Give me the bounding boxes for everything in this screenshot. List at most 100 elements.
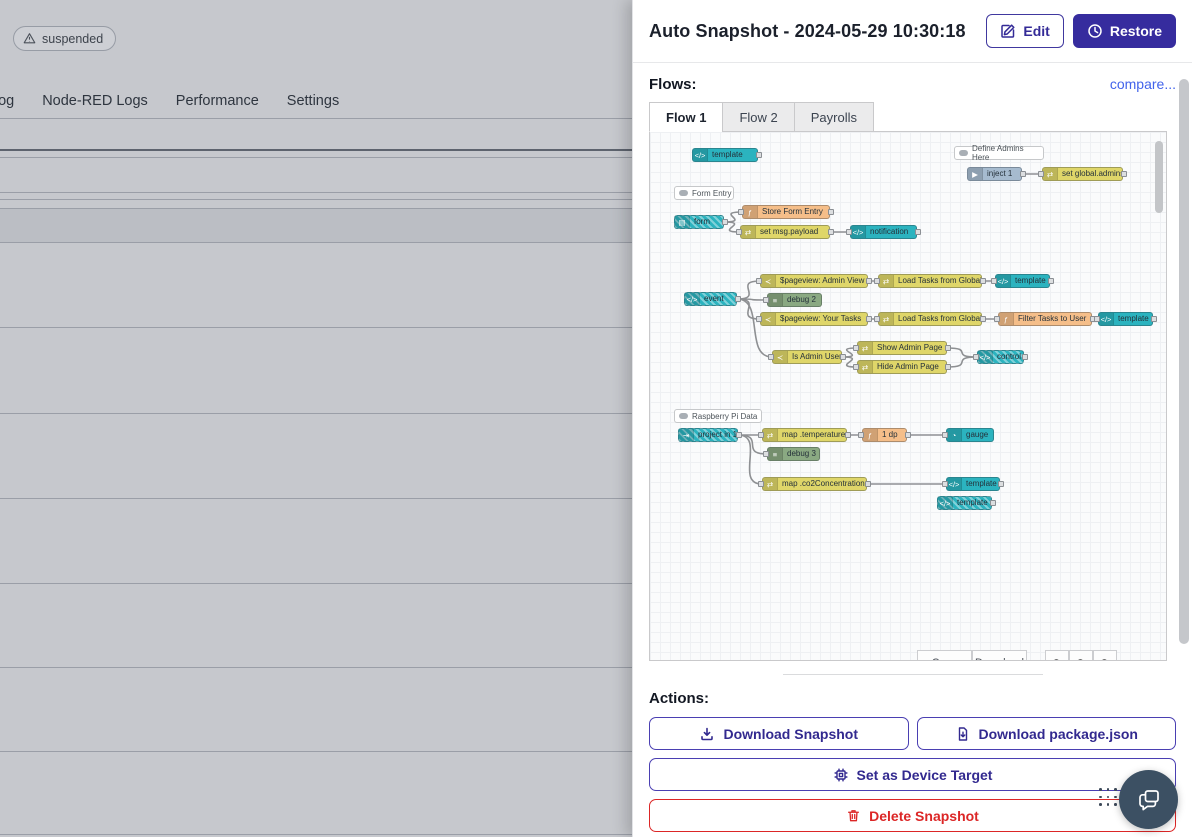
viewer-export-buttons: Copy Download (917, 650, 1027, 661)
flow-node: ƒ1 dp (862, 428, 907, 442)
flow-node: ⇄Show Admin Page (857, 341, 947, 355)
code-icon: </> (685, 293, 700, 305)
flow-node: ⇄map .co2Concentration (762, 477, 867, 491)
table-row-line (0, 834, 632, 835)
flow-node: </>event (684, 292, 737, 306)
flow-node: </>control (977, 350, 1024, 364)
flow-node: ≡debug 3 (767, 447, 820, 461)
snapshot-title: Auto Snapshot - 2024-05-29 10:30:18 (649, 21, 986, 42)
node-port (763, 297, 769, 303)
trash-icon (846, 808, 861, 823)
node-port (756, 278, 762, 284)
chat-launcher-button[interactable] (1119, 770, 1178, 829)
delete-snapshot-label: Delete Snapshot (869, 808, 979, 824)
zoom-out-icon (1052, 656, 1062, 661)
change-icon: ⇄ (858, 342, 873, 354)
drawer-divider (783, 674, 1043, 675)
zoom-in-button[interactable] (1093, 650, 1117, 661)
comment-label: Raspberry Pi Data (692, 412, 757, 421)
node-label: template (953, 497, 992, 509)
node-port (1022, 354, 1028, 360)
tab-node-red-logs[interactable]: Node-RED Logs (42, 93, 148, 109)
node-port (998, 481, 1004, 487)
zoom-reset-button[interactable] (1069, 650, 1093, 661)
flow-node: ⇄Load Tasks from Global (878, 274, 982, 288)
chip-icon (833, 767, 849, 783)
flow-node: ≺$pageview: Admin View (760, 274, 868, 288)
node-label: Hide Admin Page (873, 361, 946, 373)
node-port (735, 296, 741, 302)
form-icon: ▤ (675, 216, 690, 228)
comment-icon (679, 413, 688, 419)
compare-link[interactable]: compare... (1110, 76, 1176, 92)
node-label: debug 3 (783, 448, 820, 460)
table-row-line (0, 413, 632, 414)
flow-node: ⇥project in 1 (678, 428, 738, 442)
viewer-zoom-buttons (1045, 650, 1117, 661)
node-label: gauge (962, 429, 993, 441)
drawer-scrollbar-thumb[interactable] (1179, 79, 1189, 644)
flow-tab-payrolls[interactable]: Payrolls (794, 102, 874, 132)
flow-node: ⇄Load Tasks from Global (878, 312, 982, 326)
node-label: project in 1 (694, 429, 738, 441)
flow-node: ƒStore Form Entry (742, 205, 830, 219)
table-row-line (0, 498, 632, 499)
node-port (874, 278, 880, 284)
flow-tab-flow-1[interactable]: Flow 1 (649, 102, 722, 132)
node-label: notification (866, 226, 916, 238)
edit-label: Edit (1023, 23, 1049, 39)
drag-handle-dots[interactable] (1099, 788, 1117, 806)
background-page: suspended Log Node-RED Logs Performance … (0, 0, 632, 837)
flow-node: ⇄Hide Admin Page (857, 360, 947, 374)
edit-button[interactable]: Edit (986, 14, 1063, 48)
tab-log[interactable]: Log (0, 93, 14, 109)
flow-node: ⇄set msg.payload (740, 225, 830, 239)
table-row-line (0, 192, 632, 193)
node-port (994, 316, 1000, 322)
node-port (763, 451, 769, 457)
tab-performance[interactable]: Performance (176, 93, 259, 109)
set-device-target-label: Set as Device Target (857, 767, 993, 783)
node-port (758, 481, 764, 487)
node-port (722, 219, 728, 225)
node-port (991, 278, 997, 284)
download-snapshot-button[interactable]: Download Snapshot (649, 717, 909, 750)
zoom-reset-icon (1076, 656, 1086, 661)
node-label: set msg.payload (756, 226, 829, 238)
node-port (1038, 171, 1044, 177)
table-row-line (0, 118, 632, 119)
node-port (845, 432, 851, 438)
tab-settings[interactable]: Settings (287, 93, 339, 109)
download-package-button[interactable]: Download package.json (917, 717, 1177, 750)
switch-icon: ≺ (761, 275, 776, 287)
flow-node: </>template (692, 148, 758, 162)
restore-button[interactable]: Restore (1073, 14, 1176, 48)
node-port (840, 354, 846, 360)
node-label: Is Admin User (788, 351, 842, 363)
zoom-out-button[interactable] (1045, 650, 1069, 661)
code-icon: </> (693, 149, 708, 161)
change-icon: ⇄ (1043, 168, 1058, 180)
node-port (1094, 316, 1100, 322)
set-device-target-button[interactable]: Set as Device Target (649, 758, 1176, 791)
node-port (866, 278, 872, 284)
change-icon: ⇄ (858, 361, 873, 373)
canvas-scrollbar-thumb[interactable] (1155, 141, 1163, 213)
clock-icon (1087, 23, 1103, 39)
node-label: set global.admins (1058, 168, 1123, 180)
node-port (980, 316, 986, 322)
table-header-line (0, 149, 632, 151)
copy-button[interactable]: Copy (917, 650, 972, 661)
node-label: map .co2Concentration (778, 478, 867, 490)
delete-snapshot-button[interactable]: Delete Snapshot (649, 799, 1176, 832)
download-button[interactable]: Download (972, 650, 1027, 661)
code-icon: </> (851, 226, 866, 238)
node-port (853, 345, 859, 351)
inject-icon: ▶ (968, 168, 983, 180)
change-icon: ⇄ (879, 313, 894, 325)
flow-node: </>template (995, 274, 1050, 288)
flow-tab-flow-2[interactable]: Flow 2 (722, 102, 793, 132)
flow-comment: Form Entry (674, 186, 734, 200)
switch-icon: ≺ (761, 313, 776, 325)
flow-node: ▶inject 1 (967, 167, 1022, 181)
